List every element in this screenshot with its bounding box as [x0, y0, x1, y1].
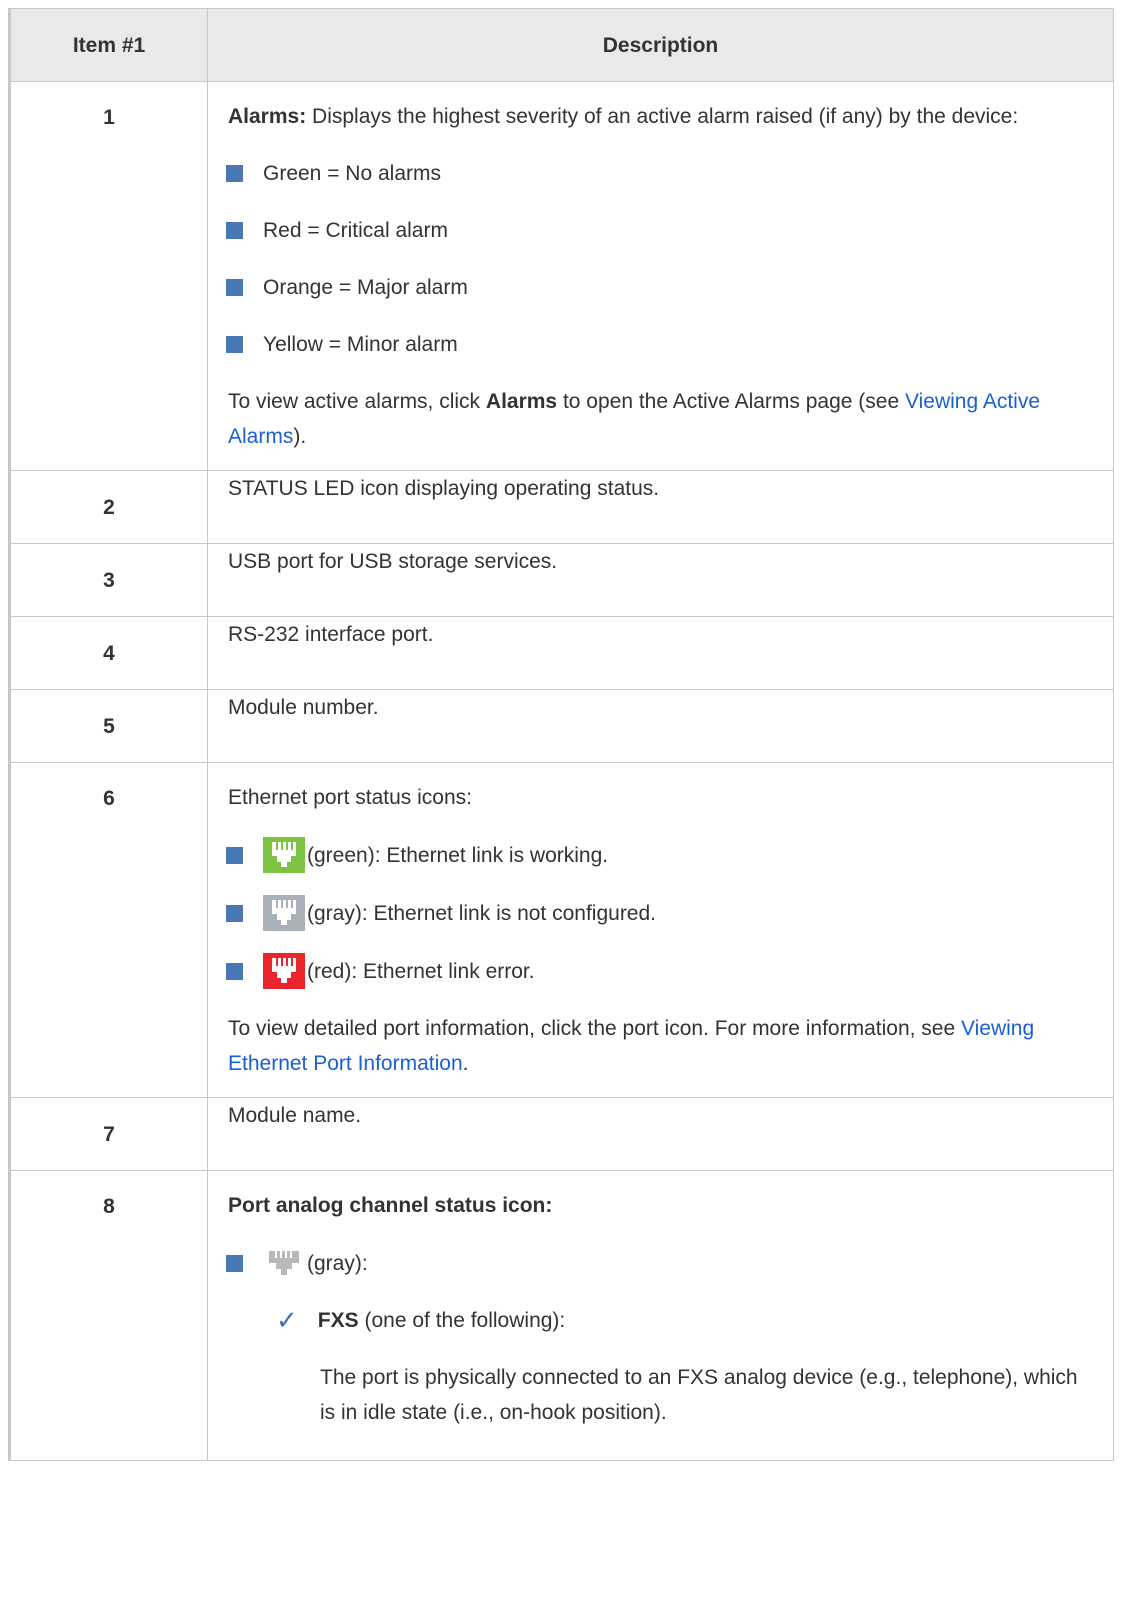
followup-text: To view detailed port information, click…: [228, 1017, 961, 1040]
table-row: 4 RS-232 interface port.: [9, 616, 1114, 690]
item-description: USB port for USB storage services.: [207, 543, 1114, 617]
header-description-column: Description: [207, 8, 1114, 82]
bullet-item: Red = Critical alarm: [226, 213, 1093, 248]
ethernet-intro: Ethernet port status icons:: [228, 786, 472, 809]
analog-status-label: Port analog channel status icon:: [228, 1194, 553, 1217]
bullet-item: Green = No alarms: [226, 156, 1093, 191]
bullet-square-icon: [226, 846, 243, 864]
table-row: 6 Ethernet port status icons: (green): E…: [9, 762, 1114, 1098]
ethernet-port-gray-icon: [263, 895, 305, 931]
item-number: 6: [9, 762, 208, 1098]
bullet-item: (gray): Ethernet link is not configured.: [226, 895, 1093, 931]
item-number: 4: [9, 616, 208, 690]
followup-text: to open the Active Alarms page (see: [557, 390, 905, 413]
bullet-text: (red): Ethernet link error.: [307, 959, 535, 983]
bullet-text: Green = No alarms: [263, 162, 441, 185]
item-number: 5: [9, 689, 208, 763]
table-row: 2 STATUS LED icon displaying operating s…: [9, 470, 1114, 544]
analog-status-heading: Port analog channel status icon:: [228, 1188, 1093, 1223]
alarms-followup: To view active alarms, click Alarms to o…: [228, 384, 1093, 454]
bullet-text: (gray):: [307, 1251, 368, 1275]
item-description: Alarms: Displays the highest severity of…: [207, 81, 1114, 471]
fxs-detail: The port is physically connected to an F…: [320, 1366, 1078, 1424]
followup-text: ).: [293, 425, 307, 448]
analog-port-gray-icon: [263, 1245, 305, 1281]
check-text: FXS (one of the following):: [318, 1303, 565, 1338]
table-row: 7 Module name.: [9, 1097, 1114, 1171]
table-row: 1 Alarms: Displays the highest severity …: [9, 81, 1114, 471]
table-row: 5 Module number.: [9, 689, 1114, 763]
item-description: STATUS LED icon displaying operating sta…: [207, 470, 1114, 544]
bullet-square-icon: [226, 962, 243, 980]
item-description: Port analog channel status icon: (gray):…: [207, 1170, 1114, 1461]
alarms-text: Displays the highest severity of an acti…: [306, 105, 1019, 128]
bullet-square-icon: [226, 279, 243, 296]
table-header-row: Item #1 Description: [9, 8, 1114, 82]
item-description: Module name.: [207, 1097, 1114, 1171]
ethernet-followup: To view detailed port information, click…: [228, 1011, 1093, 1081]
bullet-text: (green): Ethernet link is working.: [307, 843, 609, 867]
bullet-square-icon: [226, 165, 243, 182]
check-item: ✓ FXS (one of the following):: [276, 1303, 1093, 1338]
alarms-label: Alarms:: [228, 105, 307, 128]
fxs-label: FXS: [317, 1309, 359, 1332]
description-table: Item #1 Description 1 Alarms: Displays t…: [8, 8, 1114, 1461]
bullet-square-icon: [226, 222, 243, 239]
item-number: 1: [9, 81, 208, 471]
item-number: 8: [9, 1170, 208, 1461]
bullet-text: Orange = Major alarm: [263, 276, 468, 299]
ethernet-port-red-icon: [263, 953, 305, 989]
table-row: 8 Port analog channel status icon: (gray…: [9, 1170, 1114, 1461]
bullet-item: (green): Ethernet link is working.: [226, 837, 1093, 873]
item-description: Ethernet port status icons: (green): Eth…: [207, 762, 1114, 1098]
item-number: 3: [9, 543, 208, 617]
item-number: 7: [9, 1097, 208, 1171]
bullet-item: Orange = Major alarm: [226, 270, 1093, 305]
checkmark-icon: ✓: [276, 1305, 298, 1335]
item-description: RS-232 interface port.: [207, 616, 1114, 690]
bullet-text: (gray): Ethernet link is not configured.: [307, 901, 657, 925]
bullet-square-icon: [226, 904, 243, 922]
header-item-column: Item #1: [9, 8, 208, 82]
bullet-square-icon: [226, 336, 243, 353]
bullet-item: (red): Ethernet link error.: [226, 953, 1093, 989]
bullet-square-icon: [226, 1254, 243, 1272]
alarms-bold: Alarms: [485, 390, 558, 413]
alarms-description: Alarms: Displays the highest severity of…: [228, 99, 1093, 134]
item-description: Module number.: [207, 689, 1114, 763]
bullet-text: Red = Critical alarm: [263, 219, 448, 242]
followup-text: To view active alarms, click: [228, 390, 486, 413]
bullet-item: Yellow = Minor alarm: [226, 327, 1093, 362]
ethernet-port-green-icon: [263, 837, 305, 873]
followup-text: .: [462, 1052, 469, 1075]
item-number: 2: [9, 470, 208, 544]
table-row: 3 USB port for USB storage services.: [9, 543, 1114, 617]
check-desc: (one of the following):: [358, 1309, 566, 1332]
bullet-item: (gray):: [226, 1245, 1093, 1281]
bullet-text: Yellow = Minor alarm: [263, 333, 458, 356]
